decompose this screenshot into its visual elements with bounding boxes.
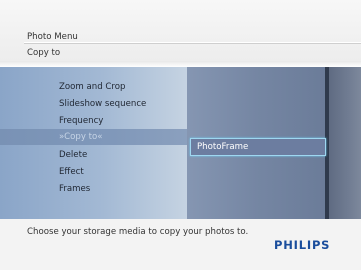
submenu-item-photoframe[interactable]: PhotoFrame (190, 138, 326, 156)
footer: Choose your storage media to copy your p… (0, 219, 361, 270)
menu-item-label: Effect (59, 167, 84, 177)
menu-item-zoom-and-crop[interactable]: Zoom and Crop (0, 79, 187, 95)
menu-item-effect[interactable]: Effect (0, 164, 187, 180)
menu-item-label: Zoom and Crop (59, 82, 126, 92)
menu-item-frequency[interactable]: Frequency (0, 113, 187, 129)
menu-item-copy-to[interactable]: »Copy to« (0, 129, 187, 145)
header-divider (24, 42, 361, 43)
menu-item-label: Frequency (59, 116, 104, 126)
page-title: Photo Menu (27, 32, 78, 42)
menu-item-label: »Copy to« (59, 132, 103, 142)
philips-logo: PHILIPS (274, 238, 331, 252)
photo-frame-screen: Photo Menu Copy to Zoom and Crop Slidesh… (0, 0, 361, 270)
menu-item-label: Delete (59, 150, 88, 160)
submenu-item-label: PhotoFrame (197, 142, 249, 152)
side-panel (329, 67, 361, 219)
breadcrumb: Copy to (27, 48, 61, 58)
menu-item-slideshow-sequence[interactable]: Slideshow sequence (0, 96, 187, 112)
menu-item-label: Frames (59, 184, 91, 194)
header: Photo Menu Copy to (0, 0, 361, 67)
menu-area: Zoom and Crop Slideshow sequence Frequen… (0, 67, 361, 219)
menu-item-label: Slideshow sequence (59, 99, 147, 109)
menu-item-frames[interactable]: Frames (0, 181, 187, 197)
menu-item-delete[interactable]: Delete (0, 147, 187, 163)
instruction-text: Choose your storage media to copy your p… (27, 227, 249, 237)
